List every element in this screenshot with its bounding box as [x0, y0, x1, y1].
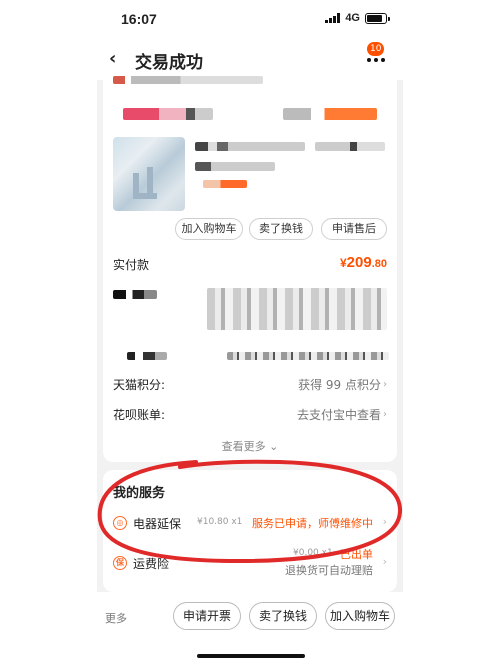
home-indicator [197, 654, 305, 658]
battery-icon [365, 12, 390, 24]
chevron-right-icon: › [383, 379, 387, 390]
censored-product-title-1 [195, 142, 305, 151]
add-to-cart-button[interactable]: 加入购物车 [175, 218, 243, 240]
points-link[interactable]: 获得 99 点积分 › [298, 376, 387, 393]
more-actions-link[interactable]: 更多 [105, 610, 127, 626]
service-row-shipping-insurance[interactable]: 保 运费险 ¥0.00 x1 已出单 退换货可自动理赔 › [113, 548, 387, 588]
censored-product-title-1b [315, 142, 385, 151]
see-more-link[interactable]: 查看更多 ⌄ [103, 438, 397, 454]
paid-label: 实付款 [113, 258, 150, 272]
chevron-down-icon: ⌄ [269, 440, 279, 453]
service-status: 已出单 [340, 548, 373, 561]
service-subtext: 退换货可自动理赔 [285, 564, 373, 577]
more-dots-icon [367, 58, 385, 62]
network-type: 4G [345, 12, 360, 24]
censored-order-info-4 [227, 352, 389, 360]
paid-amount: ¥209.80 [340, 254, 387, 272]
product-thumbnail[interactable] [113, 137, 185, 211]
status-time: 16:07 [121, 11, 157, 27]
censored-product-tag [203, 180, 247, 188]
censored-order-info-1 [113, 290, 157, 299]
service-name: 运费险 [133, 557, 170, 571]
see-more-label: 查看更多 [221, 440, 266, 453]
more-menu-button[interactable]: 10 [365, 42, 389, 70]
status-bar: 16:07 4G [97, 0, 403, 40]
service-price: ¥10.80 x1 [197, 517, 243, 527]
service-status: 服务已申请，师傅维修中 [252, 517, 373, 530]
bottom-action-bar: 更多 申请开票 卖了换钱 加入购物车 [97, 592, 403, 667]
shield-icon: ◎ [113, 516, 127, 530]
points-label: 天猫积分: [113, 378, 166, 392]
huabei-label: 花呗账单: [113, 408, 166, 422]
status-right: 4G [325, 12, 390, 24]
paid-decimal: .80 [371, 258, 387, 270]
service-price: ¥0.00 x1 [293, 548, 333, 558]
censored-shop-header-right [283, 108, 377, 120]
add-to-cart-button[interactable]: 加入购物车 [325, 602, 395, 630]
huabei-link[interactable]: 去支付宝中查看 › [297, 406, 387, 423]
censored-shop-header [123, 108, 213, 120]
page-title: 交易成功 [135, 53, 203, 73]
service-row-warranty[interactable]: ◎ 电器延保 ¥10.80 x1 服务已申请，师傅维修中 › [113, 510, 387, 540]
censored-order-info-2 [207, 288, 387, 330]
huabei-value: 去支付宝中查看 [296, 408, 381, 422]
paid-currency: ¥ [339, 256, 347, 270]
after-sale-button[interactable]: 申请售后 [321, 218, 387, 240]
chevron-right-icon: › [383, 409, 387, 420]
request-invoice-button[interactable]: 申请开票 [173, 602, 241, 630]
sell-button[interactable]: 卖了换钱 [249, 602, 317, 630]
order-card: 加入购物车 卖了换钱 申请售后 实付款 ¥209.80 天猫积分: 获得 99 … [103, 72, 397, 462]
points-value: 获得 99 点积分 [298, 378, 381, 392]
insurance-icon: 保 [113, 556, 127, 570]
censored-product-title-2 [195, 162, 275, 171]
paid-integer: 209 [346, 254, 372, 271]
sell-button[interactable]: 卖了换钱 [249, 218, 313, 240]
chevron-right-icon: › [382, 515, 387, 528]
censored-shop-name [113, 76, 263, 84]
censored-order-info-3 [127, 352, 167, 360]
chevron-right-icon: › [382, 555, 387, 568]
service-card: 我的服务 ◎ 电器延保 ¥10.80 x1 服务已申请，师傅维修中 › 保 运费… [103, 470, 397, 592]
service-name: 电器延保 [133, 517, 182, 531]
message-badge: 10 [367, 42, 385, 56]
services-title: 我的服务 [113, 486, 166, 501]
back-arrow-icon[interactable]: ‹ [109, 49, 127, 69]
signal-icon [325, 13, 341, 23]
phone-screen: 16:07 4G ‹ 交易成功 10 加入购物车 卖了换钱 申请售后 实付款 ¥… [97, 0, 403, 667]
